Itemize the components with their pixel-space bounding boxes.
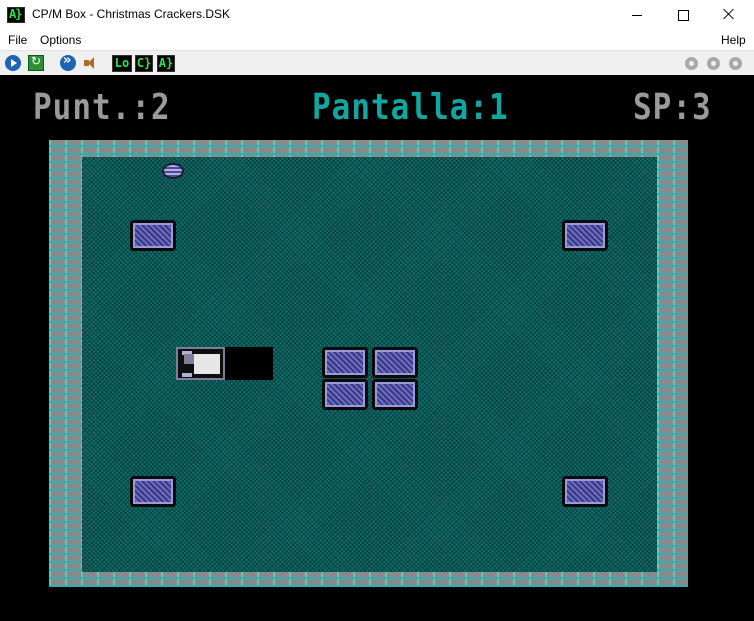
reset-icon[interactable] <box>28 54 44 71</box>
minimize-button[interactable] <box>614 0 660 30</box>
close-button[interactable] <box>706 0 752 30</box>
lowercase-button[interactable]: Lo <box>112 55 132 72</box>
menu-file[interactable]: File <box>8 33 27 47</box>
toolbar: Lo C} A} <box>0 50 754 75</box>
app-icon: A} <box>7 7 25 23</box>
vehicle-body <box>194 354 220 374</box>
settings-button-2[interactable] <box>706 55 722 71</box>
ball-sprite <box>162 163 184 179</box>
menu-options[interactable]: Options <box>40 33 81 47</box>
fast-forward-icon[interactable] <box>60 53 76 71</box>
window-title: CP/M Box - Christmas Crackers.DSK <box>32 7 231 21</box>
maximize-button[interactable] <box>660 0 706 30</box>
cracker <box>322 347 368 378</box>
cracker <box>322 379 368 410</box>
play-icon[interactable] <box>5 55 21 71</box>
drive-c-button[interactable]: C} <box>135 55 153 72</box>
speaker-icon[interactable] <box>82 55 98 71</box>
minimize-icon <box>632 15 642 16</box>
lives-display: SP:3 <box>633 87 712 129</box>
cracker-top-left <box>130 220 176 251</box>
menu-help[interactable]: Help <box>721 33 746 47</box>
cracker-top-right <box>562 220 608 251</box>
cracker <box>372 347 418 378</box>
player-vehicle <box>176 347 225 380</box>
cracker-bottom-right <box>562 476 608 507</box>
maximize-icon <box>678 10 689 21</box>
settings-button-1[interactable] <box>684 55 700 71</box>
drive-a-button[interactable]: A} <box>157 55 175 72</box>
gear-icon <box>707 57 720 70</box>
emulator-screen[interactable]: Punt.:2 Pantalla:1 SP:3 <box>0 75 754 621</box>
vehicle-window <box>184 354 194 364</box>
level-display: Pantalla:1 <box>312 87 509 129</box>
gear-icon <box>729 57 742 70</box>
title-bar: A} CP/M Box - Christmas Crackers.DSK <box>0 0 754 30</box>
vehicle-trail <box>225 347 273 380</box>
cracker-bottom-left <box>130 476 176 507</box>
cracker-stack <box>322 347 418 411</box>
close-icon <box>723 8 735 20</box>
gear-icon <box>685 57 698 70</box>
settings-button-3[interactable] <box>728 55 744 71</box>
wheel <box>182 373 192 377</box>
score-display: Punt.:2 <box>33 87 171 129</box>
menu-bar: File Options Help <box>0 30 754 50</box>
cracker <box>372 379 418 410</box>
